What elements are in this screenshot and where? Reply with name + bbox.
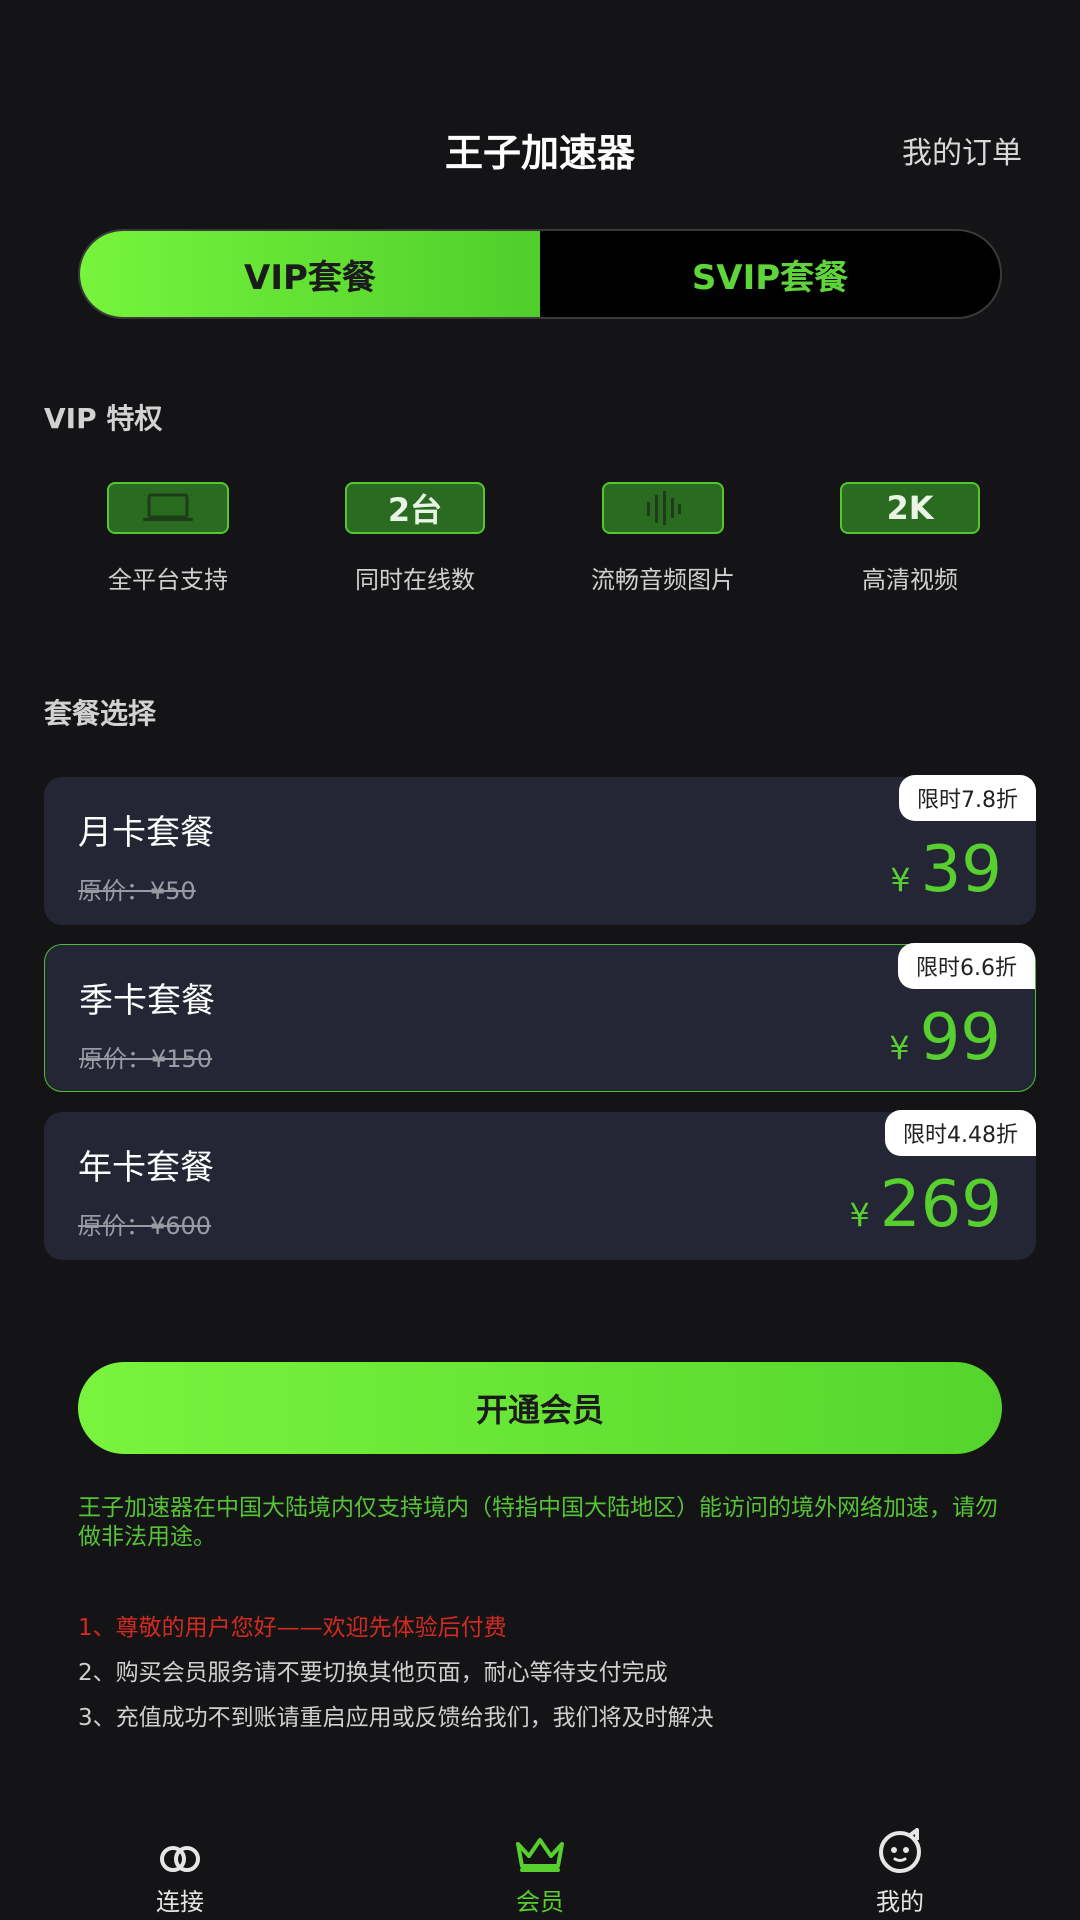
plan-name: 季卡套餐 <box>79 981 215 1021</box>
plan-tabs: VIP套餐 SVIP套餐 <box>78 229 1002 319</box>
plan-original-price: 原价：¥150 <box>79 1045 213 1073</box>
profile-face-icon <box>800 1828 1000 1874</box>
laptop-icon <box>107 482 229 534</box>
plan-price: ¥ 269 <box>849 1168 1002 1242</box>
note-1: 1、尊敬的用户您好——欢迎先体验后付费 <box>78 1615 507 1641</box>
privilege-audio-images: 流畅音频图片 <box>553 482 773 595</box>
privilege-hd-video: 2K 高清视频 <box>800 482 1020 595</box>
privilege-badge: 2K <box>840 482 980 534</box>
currency-symbol: ¥ <box>849 1196 870 1234</box>
discount-badge: 限时7.8折 <box>899 775 1036 821</box>
privilege-label: 流畅音频图片 <box>591 566 735 594</box>
audio-bars-icon <box>602 482 724 534</box>
price-amount: 269 <box>879 1168 1002 1242</box>
discount-badge: 限时4.48折 <box>885 1110 1036 1156</box>
crown-icon <box>440 1828 640 1874</box>
nav-connect[interactable]: 连接 <box>80 1828 280 1917</box>
currency-symbol: ¥ <box>889 1029 910 1067</box>
price-amount: 39 <box>920 833 1002 907</box>
note-2: 2、购买会员服务请不要切换其他页面，耐心等待支付完成 <box>78 1660 668 1686</box>
privilege-all-platform: 全平台支持 <box>58 482 278 595</box>
privilege-label: 高清视频 <box>862 566 958 594</box>
tab-vip[interactable]: VIP套餐 <box>80 231 540 317</box>
nav-label: 我的 <box>876 1888 924 1916</box>
nav-label: 连接 <box>156 1888 204 1916</box>
plan-card-yearly[interactable]: 年卡套餐 原价：¥600 ¥ 269 限时4.48折 <box>44 1110 1036 1260</box>
plan-price: ¥ 39 <box>890 833 1002 907</box>
currency-symbol: ¥ <box>890 861 911 899</box>
plan-name: 月卡套餐 <box>78 813 214 853</box>
privilege-badge: 2台 <box>345 482 485 534</box>
discount-badge: 限时6.6折 <box>898 943 1035 989</box>
my-orders-link[interactable]: 我的订单 <box>902 128 1022 172</box>
privilege-online-devices: 2台 同时在线数 <box>305 482 525 595</box>
privilege-label: 全平台支持 <box>108 566 228 594</box>
connect-rings-icon <box>80 1828 280 1874</box>
plan-name: 年卡套餐 <box>78 1148 214 1188</box>
tab-svip[interactable]: SVIP套餐 <box>540 231 1000 317</box>
plans-heading: 套餐选择 <box>44 697 157 730</box>
plan-original-price: 原价：¥50 <box>78 877 196 905</box>
price-amount: 99 <box>919 1001 1001 1075</box>
disclaimer-text: 王子加速器在中国大陆境内仅支持境内（特指中国大陆地区）能访问的境外网络加速，请勿… <box>78 1495 998 1550</box>
nav-profile[interactable]: 我的 <box>800 1828 1000 1917</box>
nav-label: 会员 <box>516 1888 564 1916</box>
privileges-heading: VIP 特权 <box>44 402 163 435</box>
activate-membership-button[interactable]: 开通会员 <box>78 1362 1002 1454</box>
plan-price: ¥ 99 <box>889 1001 1001 1075</box>
nav-membership[interactable]: 会员 <box>440 1828 640 1917</box>
plan-card-quarterly[interactable]: 季卡套餐 原价：¥150 ¥ 99 限时6.6折 <box>44 943 1036 1092</box>
plan-original-price: 原价：¥600 <box>78 1212 212 1240</box>
note-3: 3、充值成功不到账请重启应用或反馈给我们，我们将及时解决 <box>78 1705 714 1731</box>
plan-card-monthly[interactable]: 月卡套餐 原价：¥50 ¥ 39 限时7.8折 <box>44 775 1036 925</box>
privilege-label: 同时在线数 <box>355 566 475 594</box>
